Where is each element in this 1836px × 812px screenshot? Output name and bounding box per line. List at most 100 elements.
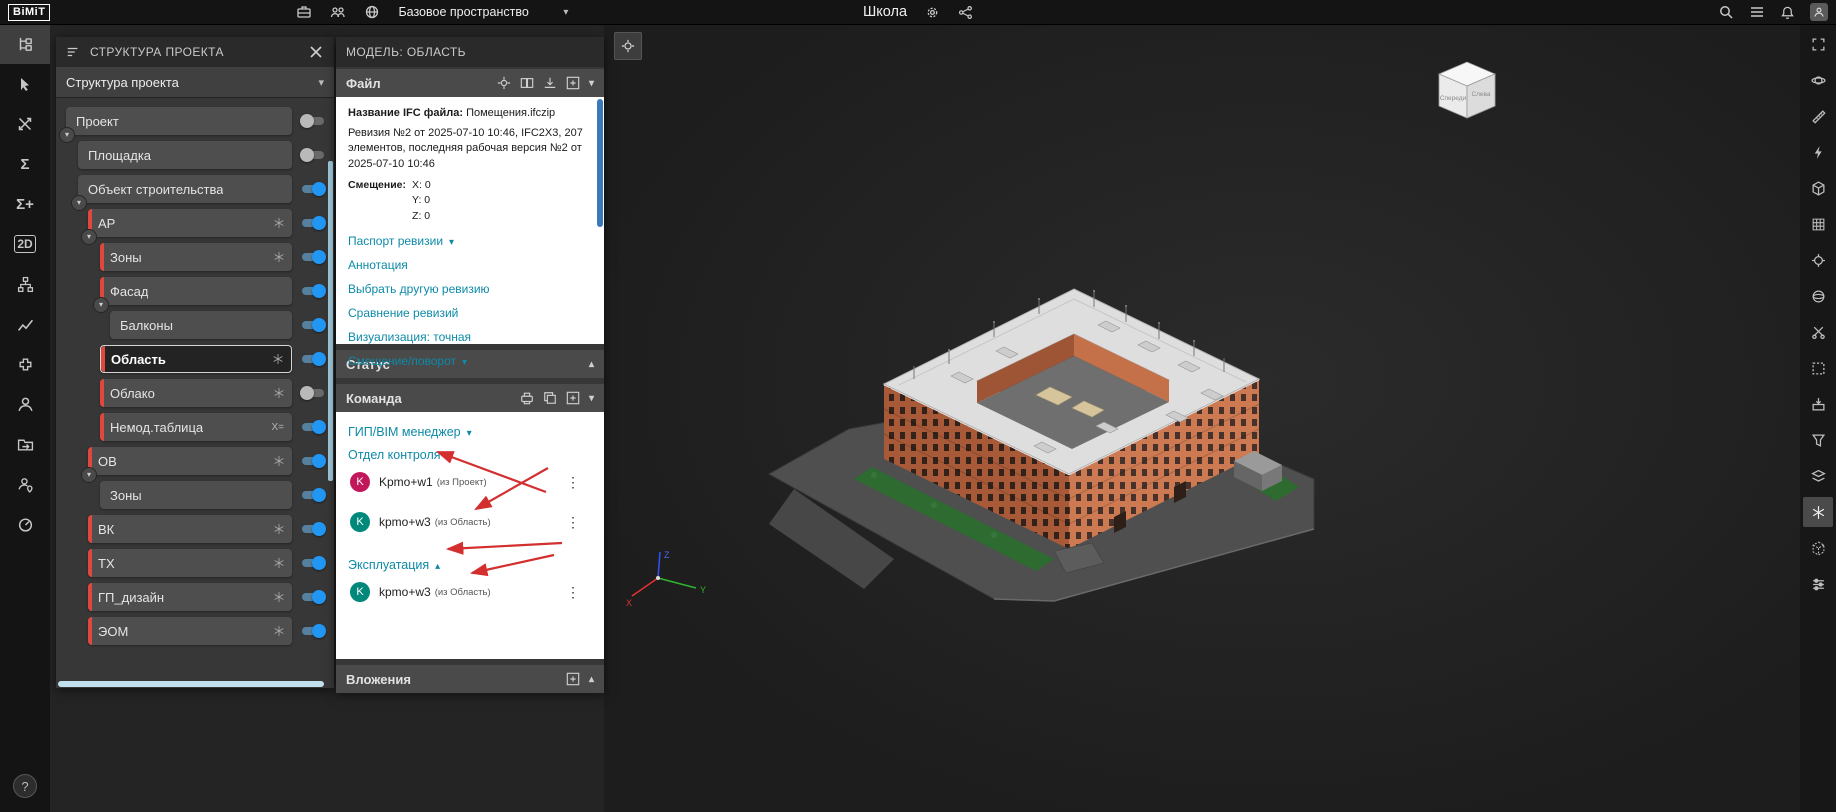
visibility-toggle[interactable] (300, 114, 326, 128)
select-cursor-icon[interactable] (0, 64, 50, 104)
revision-passport-link[interactable]: Паспорт ревизии▾ (348, 234, 592, 248)
clip-box-icon[interactable] (1803, 173, 1833, 203)
measure-icon[interactable] (1803, 101, 1833, 131)
visualization-link[interactable]: Визуализация: точная (348, 330, 592, 344)
expand-toggle-icon[interactable]: ▾ (59, 127, 75, 143)
add-icon[interactable] (566, 76, 580, 90)
tree-node[interactable]: ГП_дизайн (88, 583, 292, 611)
visibility-toggle[interactable] (300, 386, 326, 400)
annotation-link[interactable]: Аннотация (348, 258, 592, 272)
member-menu-button[interactable]: ⋮ (566, 474, 580, 491)
tree-node[interactable]: Облако (100, 379, 292, 407)
filter-icon[interactable] (1803, 425, 1833, 455)
choose-revision-link[interactable]: Выбрать другую ревизию (348, 282, 592, 296)
visibility-toggle[interactable] (300, 624, 326, 638)
focus-model-icon[interactable] (497, 76, 511, 90)
team-section-header[interactable]: Команда ▾ (336, 384, 604, 412)
viewport-3d[interactable]: Спереди Слева Z X Y (604, 24, 1800, 812)
team-export-icon[interactable] (520, 391, 534, 405)
tree-node[interactable]: Площадка (78, 141, 292, 169)
globe-clock-icon[interactable] (364, 4, 380, 20)
marquee-select-icon[interactable] (1803, 353, 1833, 383)
vertical-scrollbar[interactable] (328, 161, 333, 481)
visibility-toggle[interactable] (300, 590, 326, 604)
collisions-icon[interactable] (0, 104, 50, 144)
expand-toggle-icon[interactable]: ▾ (81, 467, 97, 483)
tree-node-selected[interactable]: Область (100, 345, 292, 373)
add-member-icon[interactable] (566, 391, 580, 405)
offset-rotate-link[interactable]: Смещение/поворот▾ (348, 354, 592, 368)
chevron-down-icon[interactable]: ▾ (589, 78, 594, 89)
team-group-gip[interactable]: ГИП/BIM менеджер▾ (336, 416, 604, 439)
filter-list-icon[interactable] (66, 45, 80, 59)
grid-icon[interactable] (1803, 209, 1833, 239)
tree-node[interactable]: ЭОМ (88, 617, 292, 645)
visibility-toggle[interactable] (300, 488, 326, 502)
visibility-toggle[interactable] (300, 454, 326, 468)
member-menu-button[interactable]: ⋮ (566, 584, 580, 601)
tree-node[interactable]: Зоны (100, 243, 292, 271)
section-cut-icon[interactable] (1803, 317, 1833, 347)
visibility-toggle[interactable] (300, 148, 326, 162)
hierarchy-icon[interactable] (0, 264, 50, 304)
structure-mode-dropdown[interactable]: Структура проекта ▾ (56, 67, 334, 98)
expand-toggle-icon[interactable]: ▾ (81, 229, 97, 245)
expand-toggle-icon[interactable]: ▾ (71, 195, 87, 211)
fit-view-icon[interactable] (1803, 29, 1833, 59)
visibility-toggle[interactable] (300, 556, 326, 570)
tree-node[interactable]: АР (88, 209, 292, 237)
visibility-toggle[interactable] (300, 420, 326, 434)
workspace-selector[interactable]: Базовое пространство ▾ (398, 5, 568, 19)
chevron-down-icon[interactable]: ▾ (589, 393, 594, 404)
freeze-icon[interactable] (1803, 497, 1833, 527)
flash-icon[interactable] (1803, 137, 1833, 167)
user-avatar-icon[interactable] (1810, 3, 1828, 21)
tree-node[interactable]: Фасад (100, 277, 292, 305)
view-2d-icon[interactable]: 2D (0, 224, 50, 264)
tree-node[interactable]: Немод.таблица X= (100, 413, 292, 441)
shared-folder-icon[interactable] (0, 424, 50, 464)
tree-node[interactable]: ТХ (88, 549, 292, 577)
ghost-cube-icon[interactable] (1803, 533, 1833, 563)
copy-icon[interactable] (543, 391, 557, 405)
team-group-exploitation[interactable]: Эксплуатация▴ (336, 542, 604, 572)
file-section-header[interactable]: Файл ▾ (336, 69, 604, 97)
project-structure-icon[interactable] (0, 24, 50, 64)
tree-node[interactable]: ОВ (88, 447, 292, 475)
sphere-view-icon[interactable] (1803, 281, 1833, 311)
visibility-toggle[interactable] (300, 318, 326, 332)
tree-node[interactable]: Зоны (100, 481, 292, 509)
visibility-toggle[interactable] (300, 182, 326, 196)
visibility-toggle[interactable] (300, 284, 326, 298)
download-icon[interactable] (543, 76, 557, 90)
close-icon[interactable] (308, 44, 324, 60)
search-icon[interactable] (1718, 4, 1734, 20)
attachments-section-header[interactable]: Вложения ▴ (336, 665, 604, 693)
user-location-icon[interactable] (0, 464, 50, 504)
compare-revisions-link[interactable]: Сравнение ревизий (348, 306, 592, 320)
notifications-bell-icon[interactable] (1780, 5, 1795, 20)
tree-node[interactable]: Проект (66, 107, 292, 135)
tree-node[interactable]: Объект строительства (78, 175, 292, 203)
visibility-toggle[interactable] (300, 250, 326, 264)
target-icon[interactable] (1803, 245, 1833, 275)
users-icon[interactable] (0, 384, 50, 424)
share-icon[interactable] (958, 5, 973, 20)
focus-selection-button[interactable] (614, 32, 642, 60)
visibility-toggle[interactable] (300, 216, 326, 230)
vertical-scrollbar[interactable] (597, 99, 603, 227)
visibility-toggle[interactable] (300, 352, 326, 366)
tree-node[interactable]: ВК (88, 515, 292, 543)
app-logo[interactable]: BiMiT (8, 4, 50, 21)
tree-node[interactable]: Балконы (110, 311, 292, 339)
help-button[interactable]: ? (13, 774, 37, 798)
member-menu-button[interactable]: ⋮ (566, 514, 580, 531)
list-menu-icon[interactable] (1749, 4, 1765, 20)
chevron-up-icon[interactable]: ▴ (589, 674, 594, 685)
compare-views-icon[interactable] (520, 76, 534, 90)
settings-sliders-icon[interactable] (1803, 569, 1833, 599)
team-group-control[interactable]: Отдел контроля▴ (336, 439, 604, 462)
add-attachment-icon[interactable] (566, 672, 580, 686)
export-box-icon[interactable] (1803, 389, 1833, 419)
team-icon[interactable] (330, 4, 346, 20)
